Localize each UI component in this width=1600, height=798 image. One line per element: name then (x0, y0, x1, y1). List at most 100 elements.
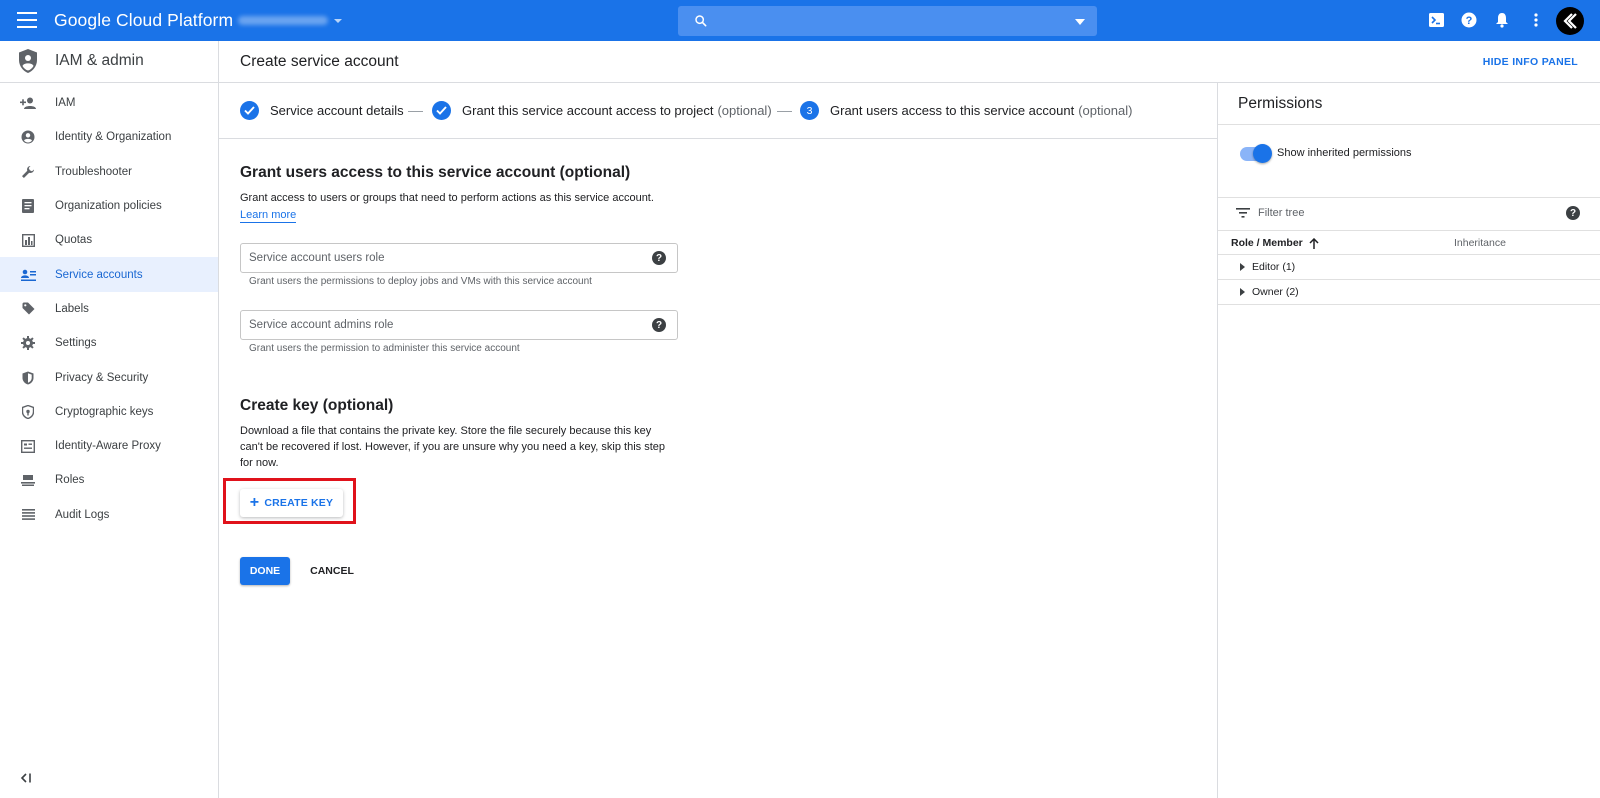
create-key-label: CREATE KEY (264, 497, 334, 509)
check-circle-icon (240, 101, 259, 120)
step-label: Service account details (270, 103, 404, 118)
step-optional-label: (optional) (717, 103, 772, 118)
permissions-table-header: Role / Member Inheritance (1218, 230, 1600, 255)
help-icon[interactable]: ? (652, 318, 666, 332)
divider (1218, 124, 1600, 125)
users-role-input[interactable] (241, 244, 631, 272)
sidebar-item-label: Service accounts (55, 268, 143, 281)
stepper: Service account details Grant this servi… (219, 83, 1217, 139)
svg-text:?: ? (1466, 15, 1473, 27)
sidebar-item-label: Privacy & Security (55, 371, 149, 384)
inheritance-column-header: Inheritance (1454, 237, 1506, 249)
create-key-heading: Create key (optional) (240, 397, 394, 414)
create-key-description-line: for now. (240, 457, 279, 469)
sidebar-title: IAM & admin (55, 52, 144, 69)
step-grant-users-access[interactable]: 3 Grant users access to this service acc… (800, 101, 1132, 120)
notifications-icon[interactable] (1493, 11, 1511, 29)
create-key-button[interactable]: + CREATE KEY (240, 489, 343, 517)
learn-more-link[interactable]: Learn more (240, 209, 297, 223)
step-label: Grant this service account access to pro… (462, 103, 714, 118)
expand-arrow-icon[interactable] (1240, 263, 1245, 271)
done-button[interactable]: DONE (240, 557, 290, 585)
show-inherited-toggle[interactable] (1240, 144, 1272, 163)
top-app-bar: Google Cloud Platform ? (0, 0, 1600, 41)
users-role-hint: Grant users the permissions to deploy jo… (249, 276, 592, 287)
check-circle-icon (432, 101, 451, 120)
divider (1218, 197, 1600, 198)
sidebar-item-label: IAM (55, 97, 76, 110)
step-number: 3 (800, 101, 819, 120)
sidebar-item-privacy-security[interactable]: Privacy & Security (0, 360, 218, 394)
sidebar: IAM & admin IAM Identity & Organization … (0, 41, 219, 798)
sidebar-item-troubleshooter[interactable]: Troubleshooter (0, 155, 218, 189)
permissions-info-panel: Permissions Show inherited permissions ?… (1217, 83, 1600, 798)
create-key-description-line: can't be recovered if lost. However, if … (240, 441, 666, 453)
account-circle-icon (20, 129, 36, 145)
table-row[interactable]: Owner (2) (1218, 280, 1600, 305)
sidebar-header: IAM & admin (0, 41, 218, 83)
proxy-icon (20, 438, 36, 454)
sidebar-item-label: Organization policies (55, 200, 162, 213)
table-row[interactable]: Editor (1) (1218, 255, 1600, 280)
sidebar-item-label: Audit Logs (55, 508, 110, 521)
sidebar-item-organization-policies[interactable]: Organization policies (0, 189, 218, 223)
sidebar-item-cryptographic-keys[interactable]: Cryptographic keys (0, 395, 218, 429)
search-icon (695, 15, 707, 27)
help-icon[interactable]: ? (1460, 11, 1478, 29)
toggle-knob (1253, 144, 1272, 163)
help-icon[interactable]: ? (652, 251, 666, 265)
create-key-description-line: Download a file that contains the privat… (240, 425, 652, 437)
show-inherited-label: Show inherited permissions (1277, 147, 1412, 159)
gear-icon (20, 335, 36, 351)
sidebar-item-identity-organization[interactable]: Identity & Organization (0, 120, 218, 154)
sidebar-item-label: Identity-Aware Proxy (55, 440, 161, 453)
sidebar-item-label: Quotas (55, 234, 93, 247)
more-vert-icon[interactable] (1527, 11, 1545, 29)
filter-icon (1236, 208, 1250, 218)
sidebar-item-service-accounts[interactable]: Service accounts (0, 257, 218, 292)
plus-icon: + (249, 494, 260, 511)
security-shield-icon (20, 404, 36, 420)
wrench-icon (20, 164, 36, 180)
product-brand[interactable]: Google Cloud Platform (54, 10, 233, 31)
cloud-shell-icon[interactable] (1427, 11, 1445, 29)
iam-shield-icon (19, 49, 37, 73)
hide-info-panel-button[interactable]: HIDE INFO PANEL (1483, 56, 1578, 68)
sidebar-item-iam[interactable]: IAM (0, 86, 218, 120)
quota-icon (20, 232, 36, 248)
account-avatar[interactable] (1556, 7, 1584, 35)
service-account-users-role-field[interactable]: ? (240, 243, 678, 273)
cancel-button[interactable]: CANCEL (306, 557, 358, 585)
row-label: Editor (1) (1252, 261, 1296, 273)
sidebar-item-settings[interactable]: Settings (0, 326, 218, 360)
sidebar-item-audit-logs[interactable]: Audit Logs (0, 498, 218, 532)
label-icon (20, 301, 36, 317)
sidebar-item-roles[interactable]: Roles (0, 463, 218, 497)
chevron-down-icon (334, 18, 342, 23)
collapse-sidebar-icon[interactable] (20, 772, 31, 786)
person-add-icon (20, 95, 36, 111)
step-connector (408, 111, 423, 112)
service-account-icon (20, 267, 36, 283)
search-dropdown-icon[interactable] (1075, 19, 1085, 25)
role-member-column-header[interactable]: Role / Member (1231, 237, 1319, 249)
sidebar-item-identity-aware-proxy[interactable]: Identity-Aware Proxy (0, 429, 218, 463)
step-grant-project-access[interactable]: Grant this service account access to pro… (432, 101, 772, 120)
help-icon[interactable]: ? (1566, 206, 1580, 220)
project-picker[interactable] (238, 13, 344, 28)
admins-role-input[interactable] (241, 311, 631, 339)
document-icon (20, 198, 36, 214)
service-account-admins-role-field[interactable]: ? (240, 310, 678, 340)
filter-tree-input[interactable] (1258, 203, 1538, 223)
sidebar-item-label: Identity & Organization (55, 131, 172, 144)
search-bar[interactable] (678, 6, 1097, 36)
expand-arrow-icon[interactable] (1240, 288, 1245, 296)
list-icon (20, 507, 36, 523)
menu-icon[interactable] (17, 12, 37, 28)
page-header: Create service account HIDE INFO PANEL (219, 41, 1600, 83)
permissions-title: Permissions (1238, 95, 1323, 112)
sidebar-item-quotas[interactable]: Quotas (0, 223, 218, 257)
step-connector (777, 111, 792, 112)
step-service-account-details[interactable]: Service account details (240, 101, 404, 120)
sidebar-item-labels[interactable]: Labels (0, 292, 218, 326)
